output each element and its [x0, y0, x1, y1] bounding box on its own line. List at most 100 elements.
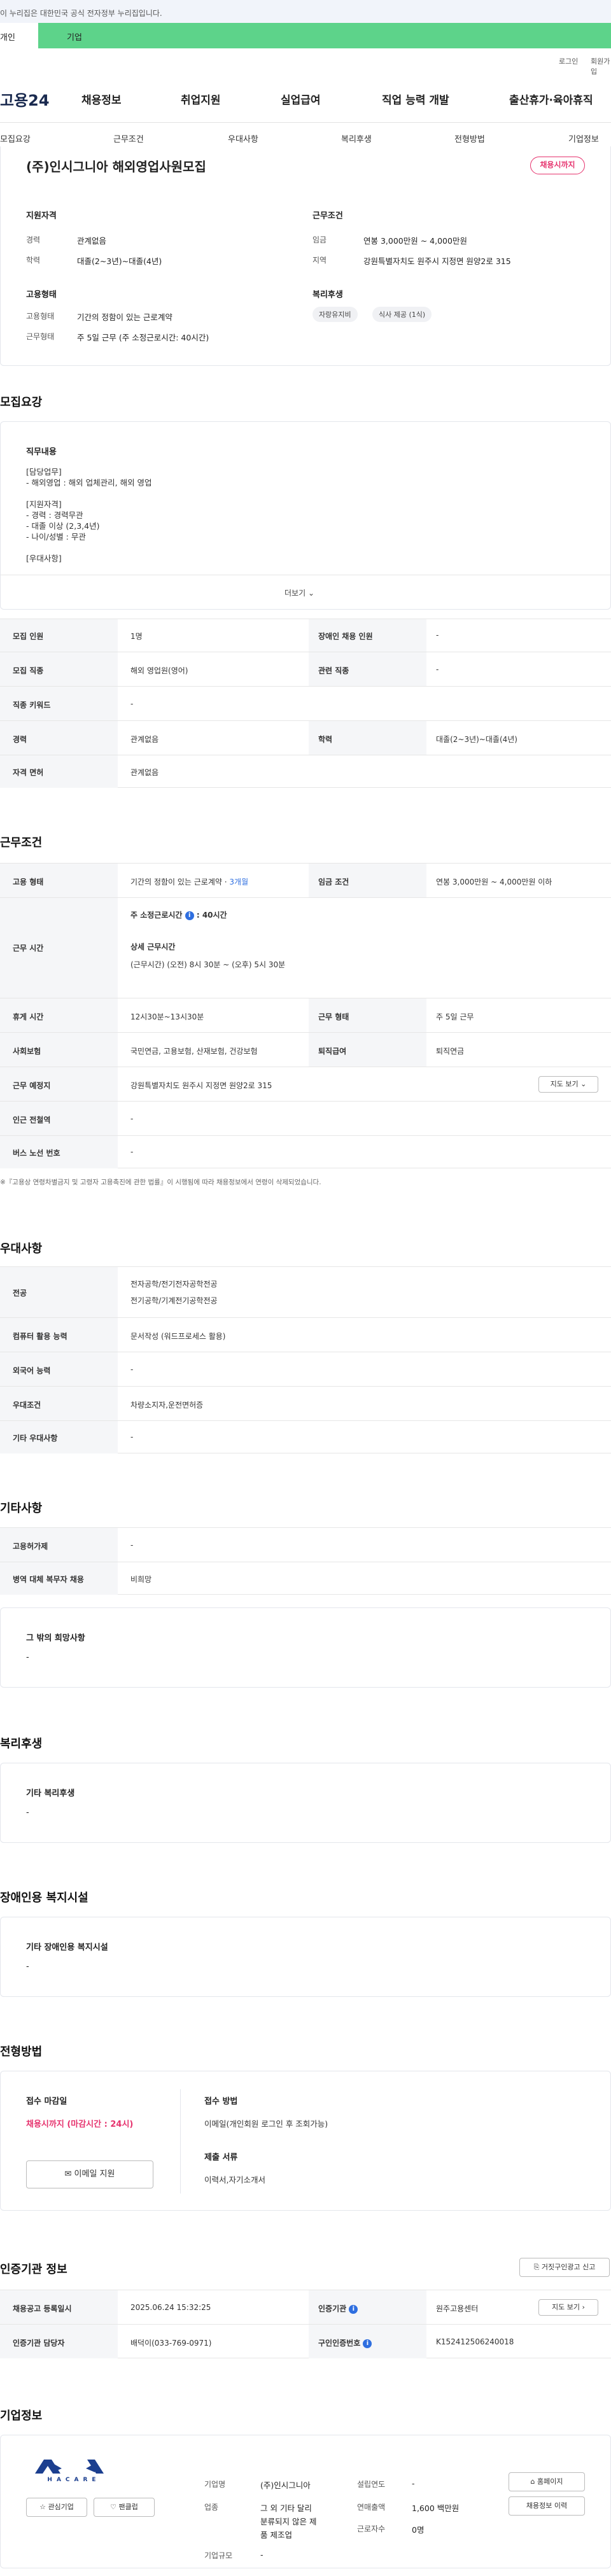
subnav-selection[interactable]: 전형방법: [454, 132, 485, 144]
table-cell: 원주고용센터: [436, 2304, 479, 2313]
gov-banner: 이 누리집은 대한민국 공식 전자정부 누리집입니다.: [0, 0, 611, 23]
table-header: 관련 직종: [318, 666, 349, 675]
gnb-employment-support[interactable]: 취업지원: [181, 91, 221, 107]
table-row: 버스 노선 번호 -: [0, 1135, 611, 1168]
region-value: 강원특별자치도 원주시 지정면 원양2로 315: [363, 256, 511, 266]
table-header: 인근 전철역: [13, 1116, 51, 1124]
card-title: 기타 장애인용 복지시설: [26, 1943, 108, 1952]
table-row: 휴게 시간 12시30분~13시30분 근무 형태 주 5일 근무: [0, 998, 611, 1033]
table-cell: 퇴직연금: [436, 1047, 465, 1056]
login-link[interactable]: 로그인: [559, 56, 578, 66]
revenue-value: 1,600 백만원: [412, 2503, 460, 2513]
cert-agency-label: 인증기관: [318, 2304, 347, 2313]
fanclub-button[interactable]: ♡ 팬클럽: [94, 2498, 155, 2517]
table-header: 근무 시간: [13, 944, 44, 953]
status-badge: 채용시까지: [530, 157, 585, 174]
table-cell: 해외 영업원(영어): [130, 666, 188, 675]
home-icon: ⌂: [530, 2477, 535, 2486]
table-header: 임금 조건: [318, 878, 349, 886]
table-cell: 연봉 3,000만원 ~ 4,000만원 이하: [436, 878, 552, 886]
table-cell: -: [130, 1432, 134, 1441]
edu-label: 학력: [26, 256, 41, 265]
table-cell: 문서작성 (워드프로세스 활용): [130, 1332, 226, 1341]
table-cell: 12시30분~13시30분: [130, 1012, 204, 1021]
detail-hours-label: 상세 근무시간: [130, 942, 176, 951]
section-title-work: 근무조건: [0, 836, 43, 850]
heart-icon: ♡: [110, 2503, 116, 2511]
history-label: 채용정보 이력: [526, 2502, 568, 2510]
welfare-chip: 자랑유지비: [313, 307, 358, 322]
table-cell: -: [130, 1147, 134, 1156]
report-button[interactable]: ⎘ 거짓구인광고 신고: [519, 2258, 610, 2277]
table-row: 기타 우대사항 -: [0, 1420, 611, 1453]
chevron-right-icon: ›: [582, 2303, 585, 2311]
gnb-training[interactable]: 직업 능력 개발: [382, 91, 449, 107]
industry-value: 그 외 기타 달리 분류되지 않은 제품 제조업: [260, 2502, 316, 2542]
employees-value: 0명: [412, 2525, 425, 2535]
weekly-hours-label: 주 소정근로시간: [130, 911, 183, 920]
table-header: 버스 노선 번호: [13, 1149, 60, 1158]
deadline-title: 접수 마감일: [26, 2097, 67, 2106]
gnb-unemployment[interactable]: 실업급여: [281, 91, 321, 107]
section-title-selection: 전형방법: [0, 2045, 43, 2059]
tab-company[interactable]: 기업: [38, 23, 611, 48]
emptype-label: 고용형태: [26, 312, 55, 321]
career-label: 경력: [26, 235, 41, 244]
table-header: 컴퓨터 활용 능력: [13, 1332, 67, 1341]
table-cell: 관계없음: [130, 768, 159, 777]
welfare-title: 복리후생: [313, 290, 343, 300]
tab-personal[interactable]: 개인: [0, 23, 38, 48]
table-header: 외국어 능력: [13, 1366, 51, 1375]
join-link[interactable]: 회원가입: [591, 56, 611, 76]
info-icon[interactable]: i: [363, 2339, 372, 2348]
map-button[interactable]: 지도 보기 ›: [538, 2299, 598, 2316]
table-row: 전공 전자공학/전기전자공학전공 전기공학/기계전기공학전공: [0, 1266, 611, 1318]
table-row: 채용공고 등록일시 2025.06.24 15:32:25 인증기관 i 원주고용…: [0, 2290, 611, 2325]
map-button[interactable]: 지도 보기 ⌄: [538, 1076, 598, 1093]
duty-line: - 경력 : 경력무관: [26, 510, 83, 520]
chevron-down-icon: ⌄: [580, 1080, 587, 1088]
card-value: -: [26, 1653, 29, 1662]
table-header: 근무 형태: [318, 1012, 349, 1021]
subnav-company[interactable]: 기업정보: [568, 132, 599, 144]
duty-line: - 대졸 이상 (2,3,4년): [26, 521, 100, 531]
subnav-work[interactable]: 근무조건: [113, 132, 144, 144]
duty-card: 직무내용 [담당업무] - 해외영업 : 해외 업체관리, 해외 영업 [지원자…: [0, 421, 611, 610]
established-value: -: [412, 2479, 415, 2488]
subnav-welfare[interactable]: 복리후생: [341, 132, 372, 144]
history-button[interactable]: 채용정보 이력: [509, 2496, 585, 2516]
homepage-label: 홈페이지: [537, 2477, 563, 2486]
site-logo[interactable]: 고용24: [0, 88, 50, 110]
section-title-etc: 기타사항: [0, 1502, 43, 1515]
gnb-jobs[interactable]: 채용정보: [81, 91, 122, 107]
favorite-button[interactable]: ☆ 관심기업: [26, 2498, 87, 2517]
subnav-recruit[interactable]: 모집요강: [0, 132, 31, 144]
homepage-button[interactable]: ⌂ 홈페이지: [509, 2472, 585, 2491]
scale-label: 기업규모: [204, 2551, 233, 2560]
company-card: HACARE ☆ 관심기업 ♡ 팬클럽 기업명 (주)인시그니아 업종 그 외 …: [0, 2435, 611, 2568]
job-summary-card: (주)인시그니아 해외영업사원모집 채용시까지 지원자격 경력 관계없음 학력 …: [0, 146, 611, 366]
table-row: 직종 키워드 -: [0, 686, 611, 721]
more-button[interactable]: 더보기 ⌄: [284, 587, 314, 598]
info-icon[interactable]: i: [349, 2304, 358, 2314]
gnb-leave[interactable]: 출산휴가·육아휴직: [509, 91, 593, 107]
duty-content: [담당업무] - 해외영업 : 해외 업체관리, 해외 영업 [지원자격] - …: [26, 466, 152, 564]
table-header: 인증기관 담당자: [13, 2339, 65, 2348]
table-cell: -: [130, 1541, 134, 1550]
email-apply-button[interactable]: ✉ 이메일 지원: [26, 2160, 153, 2188]
table-cell: 전기공학/기계전기공학전공: [130, 1296, 218, 1305]
subnav-pref[interactable]: 우대사항: [228, 132, 258, 144]
table-header: 장애인 채용 인원: [318, 632, 373, 641]
table-cell: 관계없음: [130, 735, 159, 744]
table-row: 컴퓨터 활용 능력 문서작성 (워드프로세스 활용): [0, 1317, 611, 1352]
table-header: 채용공고 등록일시: [13, 2304, 72, 2313]
table-header: 모집 인원: [13, 632, 44, 641]
card-title: 그 밖의 희망사항: [26, 1634, 85, 1643]
info-icon[interactable]: i: [185, 911, 194, 920]
established-label: 설립연도: [357, 2480, 386, 2489]
table-header: 자격 면허: [13, 768, 44, 777]
table-cell: -: [436, 665, 439, 674]
section-title-company: 기업정보: [0, 2409, 43, 2423]
table-cell: -: [130, 1114, 134, 1123]
table-header: 기타 우대사항: [13, 1434, 58, 1443]
